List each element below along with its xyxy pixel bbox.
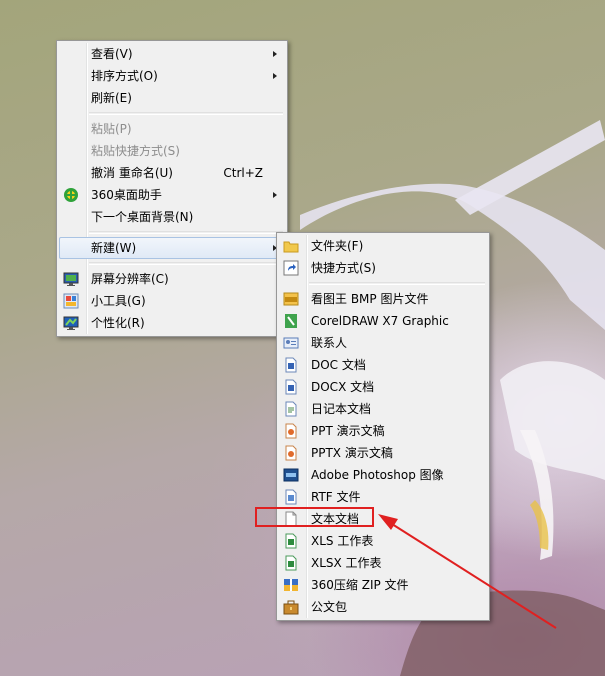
annotation-arrow [378, 514, 557, 629]
